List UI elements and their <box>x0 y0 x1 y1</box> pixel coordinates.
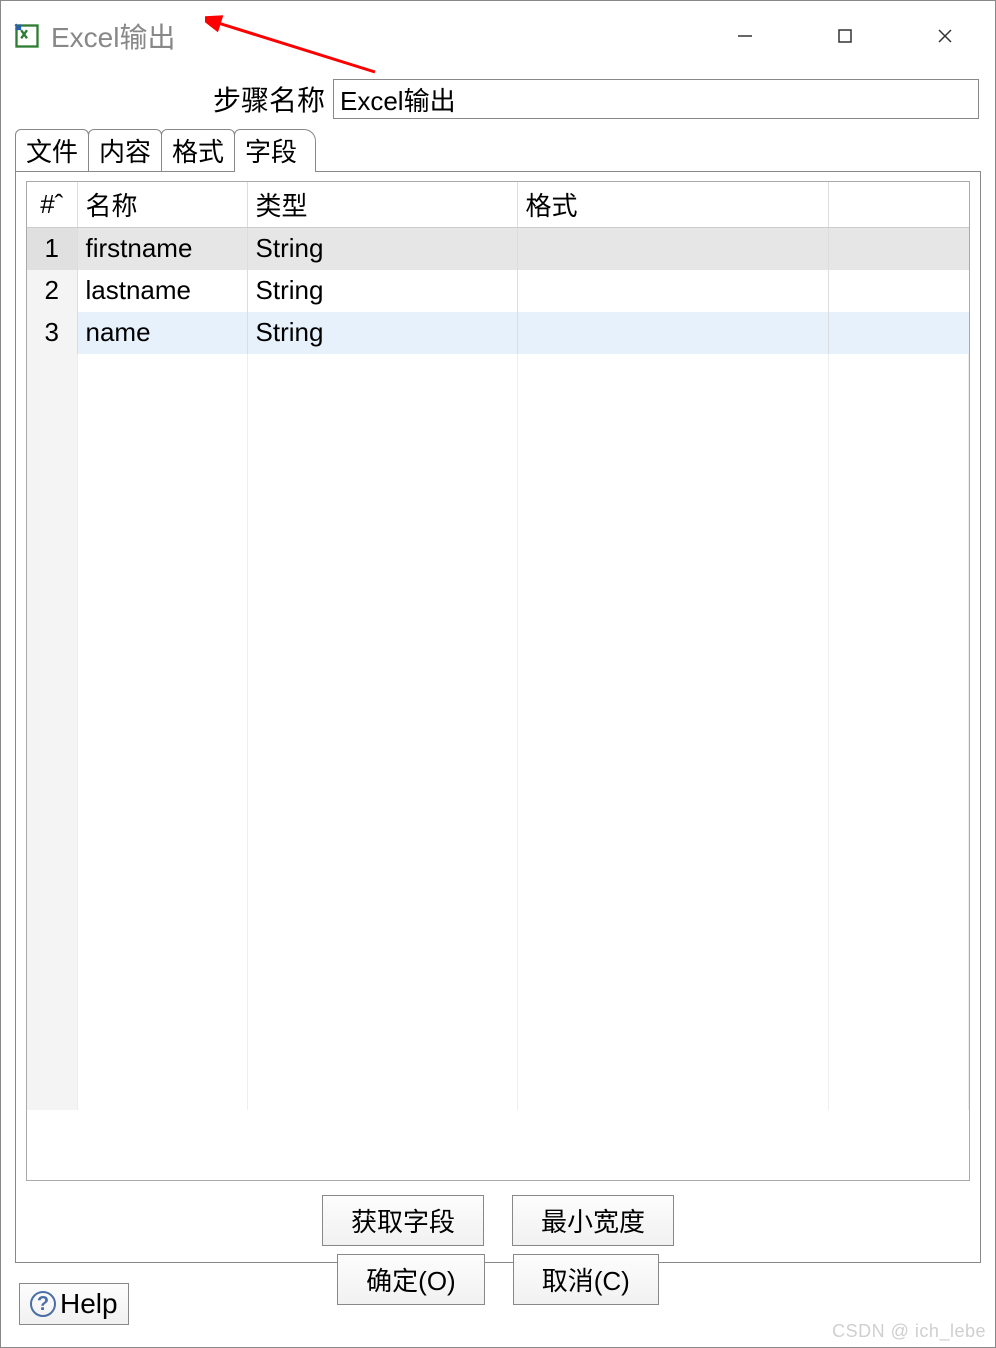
table-row-empty[interactable] <box>27 984 969 1026</box>
help-label: Help <box>60 1288 118 1320</box>
cell-name[interactable]: firstname <box>77 228 247 270</box>
tab-row: 文件 内容 格式 字段 <box>15 127 981 171</box>
panel-button-row: 获取字段 最小宽度 <box>26 1181 970 1252</box>
col-header-end[interactable] <box>829 182 969 228</box>
table-row-empty[interactable] <box>27 1026 969 1068</box>
cell-format[interactable] <box>517 270 829 312</box>
min-width-button[interactable]: 最小宽度 <box>512 1195 674 1246</box>
table-row[interactable]: 1 firstname String <box>27 228 969 270</box>
help-icon: ? <box>30 1291 56 1317</box>
close-button[interactable] <box>895 1 995 71</box>
fields-table[interactable]: #ˆ 名称 类型 格式 1 firstname String <box>27 182 969 1110</box>
step-name-label: 步骤名称 <box>5 79 325 119</box>
table-row-empty[interactable] <box>27 816 969 858</box>
window-controls <box>695 1 995 71</box>
minimize-button[interactable] <box>695 1 795 71</box>
help-button[interactable]: ? Help <box>19 1283 129 1325</box>
table-row-empty[interactable] <box>27 732 969 774</box>
cell-num[interactable]: 1 <box>27 228 77 270</box>
cell-end[interactable] <box>829 312 969 354</box>
table-row-empty[interactable] <box>27 690 969 732</box>
tab-underline <box>15 171 981 172</box>
col-header-num[interactable]: #ˆ <box>27 182 77 228</box>
step-name-row: 步骤名称 <box>5 71 991 127</box>
cell-format[interactable] <box>517 228 829 270</box>
title-bar[interactable]: Excel输出 <box>1 1 995 71</box>
cell-type[interactable]: String <box>247 270 517 312</box>
cell-end[interactable] <box>829 270 969 312</box>
tab-file[interactable]: 文件 <box>15 129 89 171</box>
get-fields-button[interactable]: 获取字段 <box>322 1195 484 1246</box>
cell-type[interactable]: String <box>247 228 517 270</box>
col-header-name[interactable]: 名称 <box>77 182 247 228</box>
table-header-row: #ˆ 名称 类型 格式 <box>27 182 969 228</box>
window-title: Excel输出 <box>51 16 175 56</box>
table-row-empty[interactable] <box>27 354 969 396</box>
fields-table-container: #ˆ 名称 类型 格式 1 firstname String <box>26 181 970 1181</box>
col-header-format[interactable]: 格式 <box>517 182 829 228</box>
table-row-empty[interactable] <box>27 648 969 690</box>
table-row[interactable]: 3 name String <box>27 312 969 354</box>
table-row-empty[interactable] <box>27 900 969 942</box>
table-row-empty[interactable] <box>27 1068 969 1110</box>
cell-num[interactable]: 3 <box>27 312 77 354</box>
table-row-empty[interactable] <box>27 480 969 522</box>
table-row-empty[interactable] <box>27 564 969 606</box>
table-row-empty[interactable] <box>27 438 969 480</box>
table-row-empty[interactable] <box>27 522 969 564</box>
bottom-center-buttons: 确定(O) 取消(C) <box>5 1254 991 1305</box>
tabs-container: 文件 内容 格式 字段 #ˆ 名称 <box>5 127 991 1263</box>
bottom-button-row: 确定(O) 取消(C) ? Help <box>5 1263 991 1343</box>
table-row-empty[interactable] <box>27 774 969 816</box>
maximize-button[interactable] <box>795 1 895 71</box>
table-row[interactable]: 2 lastname String <box>27 270 969 312</box>
cell-end[interactable] <box>829 228 969 270</box>
ok-button[interactable]: 确定(O) <box>337 1254 485 1305</box>
content-area: 步骤名称 文件 内容 格式 字段 <box>1 71 995 1347</box>
col-header-type[interactable]: 类型 <box>247 182 517 228</box>
table-row-empty[interactable] <box>27 858 969 900</box>
cancel-button[interactable]: 取消(C) <box>513 1254 659 1305</box>
cell-name[interactable]: lastname <box>77 270 247 312</box>
tab-panel-fields: #ˆ 名称 类型 格式 1 firstname String <box>15 171 981 1263</box>
table-row-empty[interactable] <box>27 396 969 438</box>
dialog-window: Excel输出 步骤名称 文件 内 <box>0 0 996 1348</box>
cell-name[interactable]: name <box>77 312 247 354</box>
table-body: 1 firstname String 2 lastname String <box>27 228 969 1110</box>
tab-content[interactable]: 内容 <box>88 129 162 171</box>
tab-fields[interactable]: 字段 <box>234 129 316 171</box>
table-row-empty[interactable] <box>27 606 969 648</box>
excel-icon <box>13 22 41 50</box>
cell-num[interactable]: 2 <box>27 270 77 312</box>
cell-format[interactable] <box>517 312 829 354</box>
step-name-input[interactable] <box>333 79 979 119</box>
cell-type[interactable]: String <box>247 312 517 354</box>
table-row-empty[interactable] <box>27 942 969 984</box>
tab-format[interactable]: 格式 <box>161 129 235 171</box>
